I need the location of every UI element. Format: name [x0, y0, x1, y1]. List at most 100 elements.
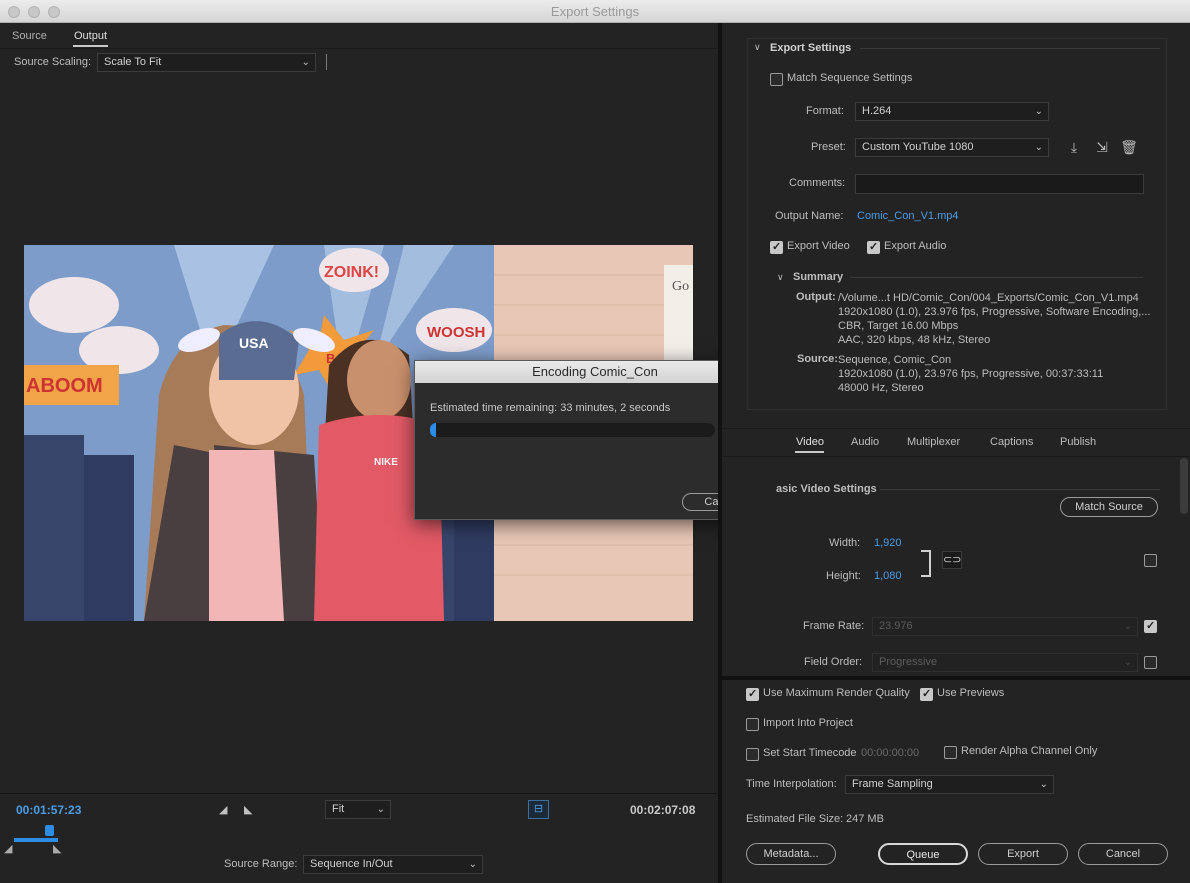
time-interpolation-dropdown[interactable]: Frame Sampling ⌄ [845, 775, 1054, 794]
override-field-order-checkbox[interactable] [1144, 656, 1157, 669]
source-scaling-dropdown[interactable]: Scale To Fit ⌄ [97, 53, 316, 72]
playhead-handle[interactable] [45, 825, 54, 836]
zoom-window-button[interactable] [48, 6, 60, 18]
window-title-bar: Export Settings [0, 0, 1190, 23]
tab-captions[interactable]: Captions [990, 436, 1033, 448]
kaboom-text: ABOOM [26, 375, 103, 397]
width-value[interactable]: 1,920 [874, 537, 902, 549]
close-window-button[interactable] [8, 6, 20, 18]
chevron-down-icon[interactable]: ∨ [754, 42, 761, 53]
out-point-handle-icon[interactable]: ◣ [53, 842, 61, 855]
set-start-timecode-checkbox[interactable] [746, 748, 759, 761]
preset-label: Preset: [811, 141, 846, 153]
start-timecode-value[interactable]: 00:00:00:00 [861, 747, 919, 759]
preset-dropdown[interactable]: Custom YouTube 1080 ⌄ [855, 138, 1049, 157]
max-render-quality-label: Use Maximum Render Quality [763, 687, 910, 699]
max-render-quality-checkbox[interactable] [746, 687, 759, 701]
source-scaling-label: Source Scaling: [14, 56, 92, 68]
timeline-range-bar[interactable] [14, 838, 58, 842]
timeline-divider [0, 793, 718, 794]
summary-output-label: Output: [796, 291, 836, 303]
chevron-down-icon: ⌄ [1034, 106, 1043, 117]
set-out-point-icon[interactable]: ◣ [244, 803, 252, 816]
summary-source-line: 1920x1080 (1.0), 23.976 fps, Progressive… [838, 368, 1104, 380]
tab-output[interactable]: Output [74, 30, 107, 42]
use-previews-label: Use Previews [937, 687, 1005, 699]
current-timecode[interactable]: 00:01:57:23 [16, 803, 81, 817]
summary-output-line: /Volume...t HD/Comic_Con/004_Exports/Com… [838, 292, 1139, 304]
output-name-link[interactable]: Comic_Con_V1.mp4 [857, 210, 959, 222]
source-range-value: Sequence In/Out [310, 858, 393, 870]
time-interpolation-value: Frame Sampling [852, 778, 933, 790]
source-range-dropdown[interactable]: Sequence In/Out ⌄ [303, 855, 483, 874]
source-range-label: Source Range: [224, 858, 298, 870]
cancel-button[interactable]: Cancel [1078, 843, 1168, 865]
output-name-label: Output Name: [775, 210, 844, 222]
basic-video-settings-header[interactable]: asic Video Settings [776, 483, 877, 495]
height-value[interactable]: 1,080 [874, 570, 902, 582]
zoink-text: ZOINK! [324, 264, 379, 281]
chevron-down-icon: ⌄ [1034, 142, 1043, 153]
frame-rate-dropdown[interactable]: 23.976 ⌄ [872, 617, 1138, 636]
chevron-down-icon: ⌄ [1039, 779, 1048, 790]
tabs-bottom-rule [722, 456, 1190, 457]
render-alpha-checkbox[interactable] [944, 746, 957, 759]
summary-source-line: Sequence, Comic_Con [838, 354, 952, 366]
minimize-window-button[interactable] [28, 6, 40, 18]
format-dropdown[interactable]: H.264 ⌄ [855, 102, 1049, 121]
summary-rule [850, 277, 1143, 278]
chevron-down-icon[interactable]: ∨ [777, 272, 784, 283]
export-button[interactable]: Export [978, 843, 1068, 865]
override-frame-rate-checkbox[interactable] [1144, 619, 1157, 633]
width-label: Width: [829, 537, 861, 549]
field-order-dropdown[interactable]: Progressive ⌄ [872, 653, 1138, 672]
summary-source-label: Source: [797, 353, 838, 365]
tab-multiplexer[interactable]: Multiplexer [907, 436, 960, 448]
tab-video[interactable]: Video [796, 436, 824, 448]
height-label: Height: [826, 570, 861, 582]
tab-audio[interactable]: Audio [851, 436, 879, 448]
match-sequence-label: Match Sequence Settings [787, 72, 913, 84]
tab-publish[interactable]: Publish [1060, 436, 1096, 448]
import-into-project-checkbox[interactable] [746, 718, 759, 731]
chevron-down-icon: ⌄ [376, 804, 385, 815]
file-size-value: 247 MB [846, 813, 884, 825]
summary-source-line: 48000 Hz, Stereo [838, 382, 924, 394]
frame-rate-label: Frame Rate: [803, 620, 865, 632]
summary-output-block: /Volume...t HD/Comic_Con/004_Exports/Com… [838, 291, 1158, 347]
link-icon[interactable]: ⊂⊃ [942, 551, 962, 569]
aspect-ratio-icon[interactable]: ⊟ [528, 800, 549, 819]
time-interpolation-label: Time Interpolation: [746, 778, 837, 790]
queue-button[interactable]: Queue [878, 843, 968, 865]
match-source-button[interactable]: Match Source [1060, 497, 1158, 517]
zoom-fit-dropdown[interactable]: Fit ⌄ [325, 800, 391, 819]
save-preset-icon[interactable]: ⤓ [1065, 139, 1083, 156]
settings-scrollbar[interactable] [1180, 458, 1188, 514]
match-sequence-checkbox[interactable] [770, 73, 783, 86]
zoom-fit-value: Fit [332, 803, 345, 815]
woosh-text: WOOSH [427, 324, 485, 341]
summary-source-block: Sequence, Comic_Con 1920x1080 (1.0), 23.… [838, 353, 1158, 395]
comments-field[interactable] [855, 174, 1144, 194]
encoding-progress-bar [430, 423, 715, 437]
source-scaling-value: Scale To Fit [104, 56, 162, 68]
set-in-point-icon[interactable]: ◢ [219, 803, 227, 816]
nike-text: NIKE [374, 457, 398, 468]
summary-output-line: CBR, Target 16.00 Mbps [838, 320, 959, 332]
export-video-checkbox[interactable] [770, 240, 783, 254]
tab-source[interactable]: Source [12, 30, 47, 42]
metadata-button[interactable]: Metadata... [746, 843, 836, 865]
delete-preset-icon[interactable]: 🗑 [1120, 139, 1138, 156]
import-preset-icon[interactable]: ⇲ [1093, 139, 1111, 156]
tab-divider [0, 48, 718, 49]
window-title: Export Settings [550, 4, 640, 19]
in-point-handle-icon[interactable]: ◢ [4, 842, 12, 855]
export-settings-header[interactable]: Export Settings [770, 42, 851, 54]
summary-output-line: 1920x1080 (1.0), 23.976 fps, Progressive… [838, 306, 1151, 318]
override-dimensions-checkbox[interactable] [1144, 554, 1157, 567]
chevron-down-icon: ⌄ [1123, 621, 1132, 632]
summary-header[interactable]: Summary [793, 271, 843, 283]
use-previews-checkbox[interactable] [920, 687, 933, 701]
export-audio-checkbox[interactable] [867, 240, 880, 254]
bottom-splitter[interactable] [722, 676, 1190, 680]
